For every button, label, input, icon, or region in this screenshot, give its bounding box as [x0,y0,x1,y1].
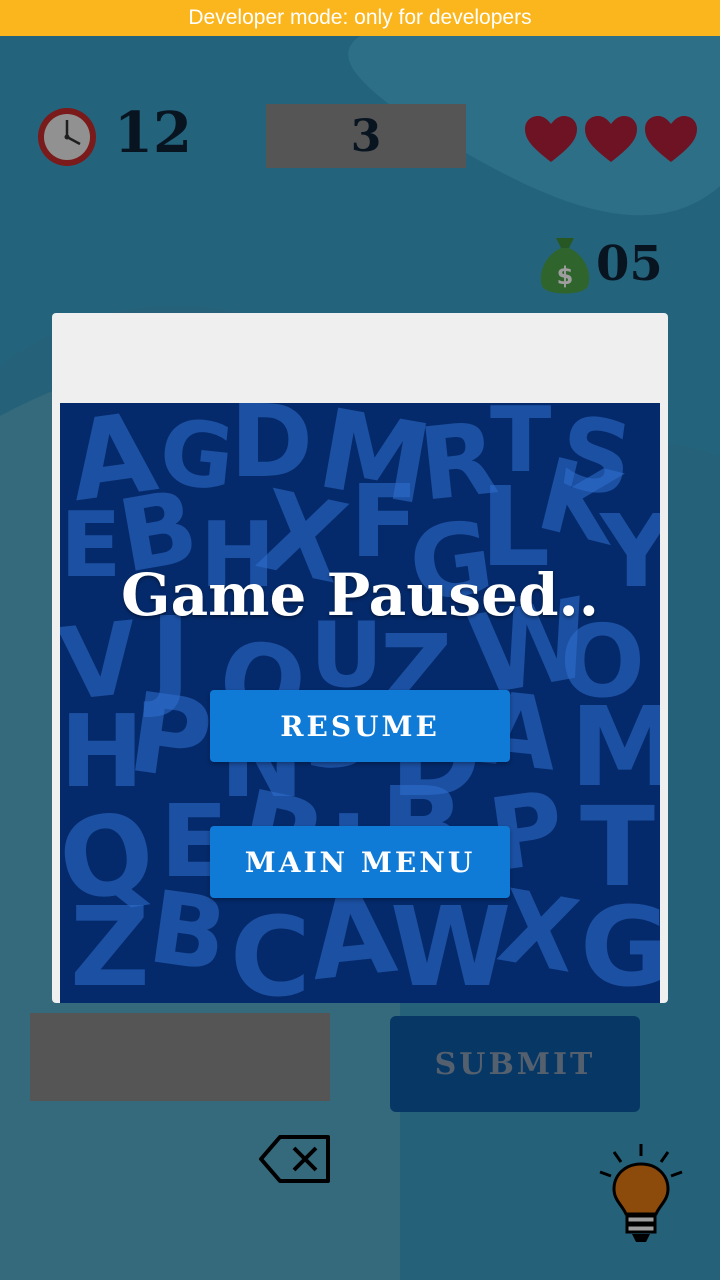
main-menu-button[interactable]: MAIN MENU [210,826,510,898]
developer-mode-banner: Developer mode: only for developers [0,0,720,36]
game-paused-title: Game Paused.. [121,561,599,629]
pause-dialog-body: A G D M R T S E B H X F G L K Y V J O U … [60,403,660,1003]
pause-dialog: A G D M R T S E B H X F G L K Y V J O U … [52,313,668,1003]
resume-button[interactable]: RESUME [210,690,510,762]
